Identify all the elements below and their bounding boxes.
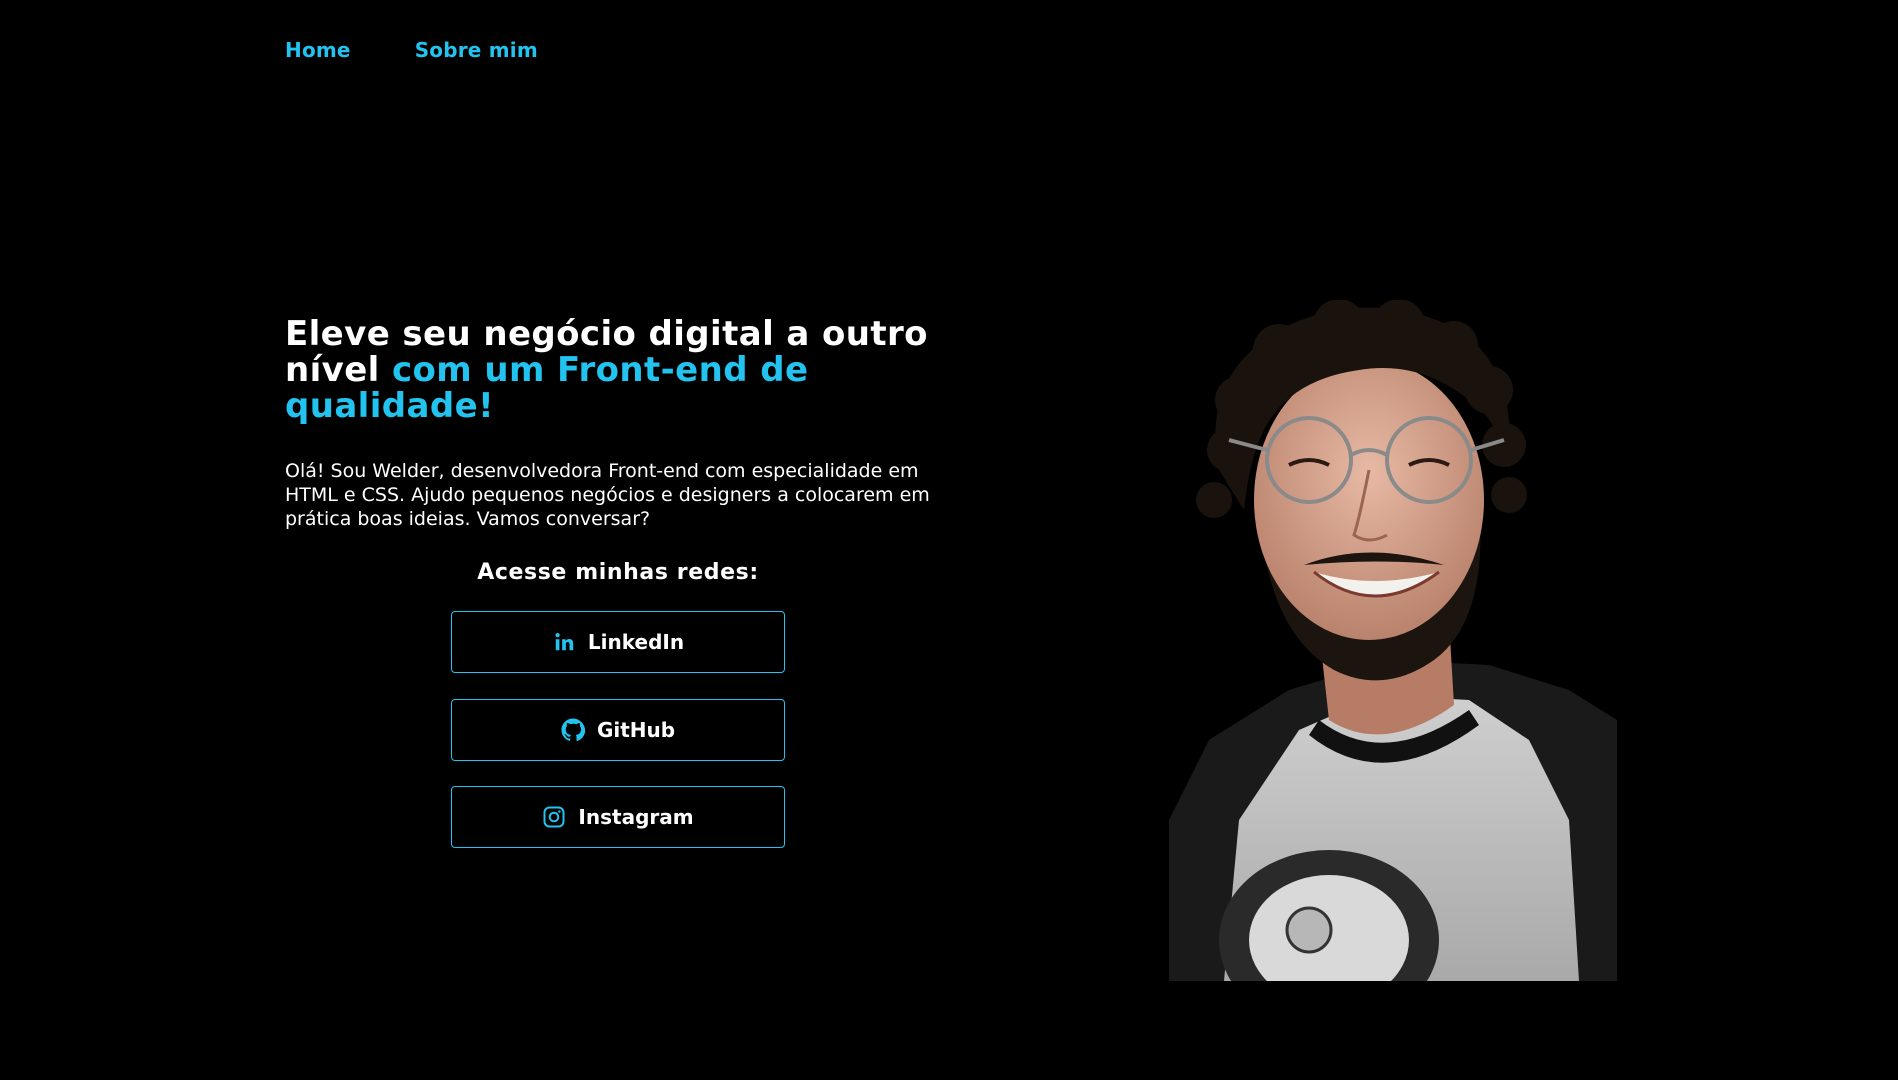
top-nav: Home Sobre mim: [285, 38, 538, 62]
page: Home Sobre mim Eleve seu negócio digital…: [0, 0, 1898, 1080]
github-button[interactable]: GitHub: [451, 699, 785, 761]
nav-link-sobre-mim[interactable]: Sobre mim: [415, 38, 538, 62]
profile-photo: [1169, 299, 1617, 1030]
instagram-label: Instagram: [578, 805, 694, 829]
github-label: GitHub: [596, 718, 676, 742]
hero-headline: Eleve seu negócio digital a outro nível …: [285, 316, 945, 424]
social-title: Acesse minhas redes:: [477, 560, 759, 585]
instagram-button[interactable]: Instagram: [451, 786, 785, 848]
github-icon: [561, 718, 585, 742]
instagram-icon: [542, 805, 566, 829]
linkedin-icon: [552, 630, 576, 654]
nav-link-home[interactable]: Home: [285, 38, 351, 62]
linkedin-label: LinkedIn: [587, 630, 685, 654]
linkedin-button[interactable]: LinkedIn: [451, 611, 785, 673]
hero-intro: Olá! Sou Welder, desenvolvedora Front-en…: [285, 460, 930, 530]
